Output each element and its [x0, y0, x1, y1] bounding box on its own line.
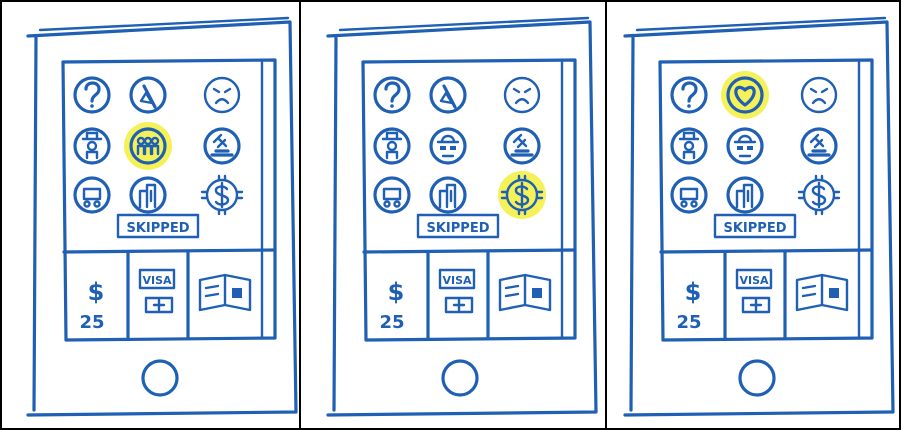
screen-divider [362, 248, 577, 254]
card-label: VISA [142, 274, 172, 287]
skipped-label: SKIPPED [126, 221, 189, 236]
amount-value: 25 [676, 312, 701, 333]
skipped-label: SKIPPED [426, 221, 489, 236]
skipped-label: SKIPPED [723, 221, 786, 236]
screen-divider [62, 248, 277, 254]
amount-value: 25 [379, 312, 404, 333]
heart-icon[interactable] [721, 71, 769, 119]
group-icon[interactable] [124, 122, 172, 170]
card-label: VISA [442, 274, 472, 287]
screen-divider [659, 248, 874, 254]
money-icon[interactable] [498, 171, 546, 219]
card-label: VISA [739, 274, 769, 287]
dollar-sign: $ [388, 278, 405, 306]
amount-value: 25 [79, 312, 104, 333]
storyboard-canvas: SKIPPED $25 VISA SKIPPED $25 VISA SKIPPED $25 VI… [0, 0, 901, 430]
storyboard: SKIPPED $25 VISA SKIPPED $25 VISA SKIPPED $25 VI… [0, 0, 901, 430]
dollar-sign: $ [88, 278, 105, 306]
dollar-sign: $ [685, 278, 702, 306]
